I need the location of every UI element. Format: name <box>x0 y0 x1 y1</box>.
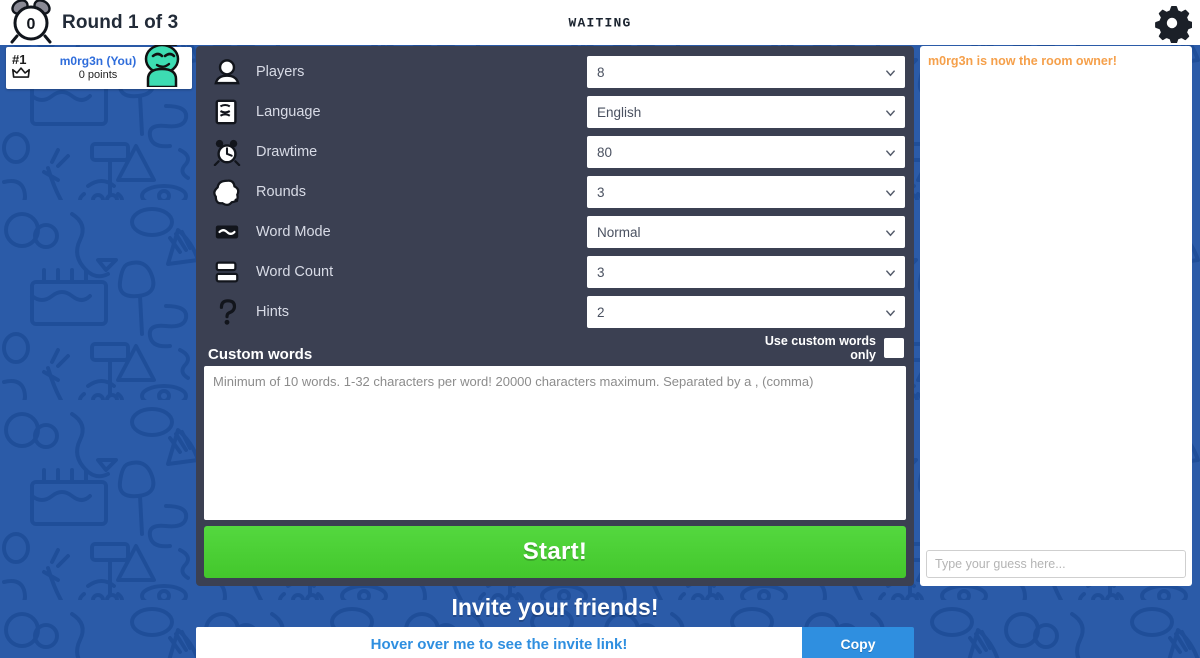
invite-section: Invite your friends! Hover over me to se… <box>196 594 914 658</box>
chat-panel: m0rg3n is now the room owner! <box>920 46 1192 586</box>
custom-words-input[interactable] <box>204 365 906 520</box>
game-status: WAITING <box>568 15 632 30</box>
chevron-down-icon <box>885 147 896 158</box>
game-settings-panel: Players 8 Language English Drawtime 80 R… <box>196 46 914 586</box>
splat-icon <box>208 175 246 209</box>
chat-message: m0rg3n is now the room owner! <box>928 54 1117 68</box>
setting-label-word-mode: Word Mode <box>256 224 331 240</box>
word-mode-select[interactable]: Normal <box>586 215 906 249</box>
alarm-clock-icon <box>208 135 246 169</box>
setting-label-drawtime: Drawtime <box>256 144 318 160</box>
setting-label-players: Players <box>256 64 305 80</box>
top-bar: 0 Round 1 of 3 WAITING <box>0 0 1200 45</box>
chevron-down-icon <box>885 67 896 78</box>
hints-select-value: 2 <box>597 304 605 320</box>
setting-label-language: Language <box>256 104 321 120</box>
word-mode-icon <box>208 215 246 249</box>
setting-row-hints: Hints 2 <box>204 292 906 332</box>
setting-label-word-count: Word Count <box>256 264 334 280</box>
hints-select[interactable]: 2 <box>586 295 906 329</box>
players-list: #1 m0rg3n (You) 0 points <box>6 34 192 89</box>
word-mode-select-value: Normal <box>597 224 641 240</box>
person-icon <box>208 55 246 89</box>
language-select[interactable]: English <box>586 95 906 129</box>
setting-row-word-mode: Word Mode Normal <box>204 212 906 252</box>
invite-title: Invite your friends! <box>451 594 659 620</box>
setting-label-rounds: Rounds <box>256 184 306 200</box>
player-card: #1 m0rg3n (You) 0 points <box>6 34 192 89</box>
rounds-select[interactable]: 3 <box>586 175 906 209</box>
use-custom-words-checkbox[interactable] <box>884 338 904 359</box>
word-count-select[interactable]: 3 <box>586 255 906 289</box>
use-custom-words-label: Use custom words only <box>764 334 876 363</box>
setting-label-hints: Hints <box>256 304 290 320</box>
copy-button[interactable]: Copy <box>802 627 914 658</box>
word-count-icon <box>208 255 246 289</box>
players-select[interactable]: 8 <box>586 55 906 89</box>
setting-row-word-count: Word Count 3 <box>204 252 906 292</box>
gear-icon[interactable] <box>1152 3 1193 44</box>
chevron-down-icon <box>885 187 896 198</box>
players-select-value: 8 <box>597 64 605 80</box>
invite-row: Hover over me to see the invite link! Co… <box>196 627 914 658</box>
custom-words-toggle: Use custom words only <box>756 334 904 363</box>
drawtime-select[interactable]: 80 <box>586 135 906 169</box>
setting-row-players: Players 8 <box>204 52 906 92</box>
custom-words-title: Custom words <box>208 345 313 363</box>
chevron-down-icon <box>885 307 896 318</box>
word-count-select-value: 3 <box>597 264 605 280</box>
chevron-down-icon <box>885 107 896 118</box>
start-button[interactable]: Start! <box>204 526 906 578</box>
invite-link[interactable]: Hover over me to see the invite link! <box>196 627 802 658</box>
setting-row-language: Language English <box>204 92 906 132</box>
chat-messages[interactable]: m0rg3n is now the room owner! <box>924 50 1188 550</box>
language-icon <box>208 95 246 129</box>
language-select-value: English <box>597 104 642 120</box>
custom-words-header: Custom words Use custom words only <box>204 332 906 366</box>
setting-row-drawtime: Drawtime 80 <box>204 132 906 172</box>
setting-row-rounds: Rounds 3 <box>204 172 906 212</box>
chevron-down-icon <box>885 267 896 278</box>
chat-input[interactable] <box>926 550 1186 578</box>
player-rank-block: #1 <box>8 53 42 83</box>
room-owner-crown-icon <box>12 67 30 83</box>
chevron-down-icon <box>885 227 896 238</box>
drawtime-select-value: 80 <box>597 144 613 160</box>
player-rank: #1 <box>12 52 27 67</box>
question-mark-icon <box>208 295 246 329</box>
rounds-select-value: 3 <box>597 184 605 200</box>
